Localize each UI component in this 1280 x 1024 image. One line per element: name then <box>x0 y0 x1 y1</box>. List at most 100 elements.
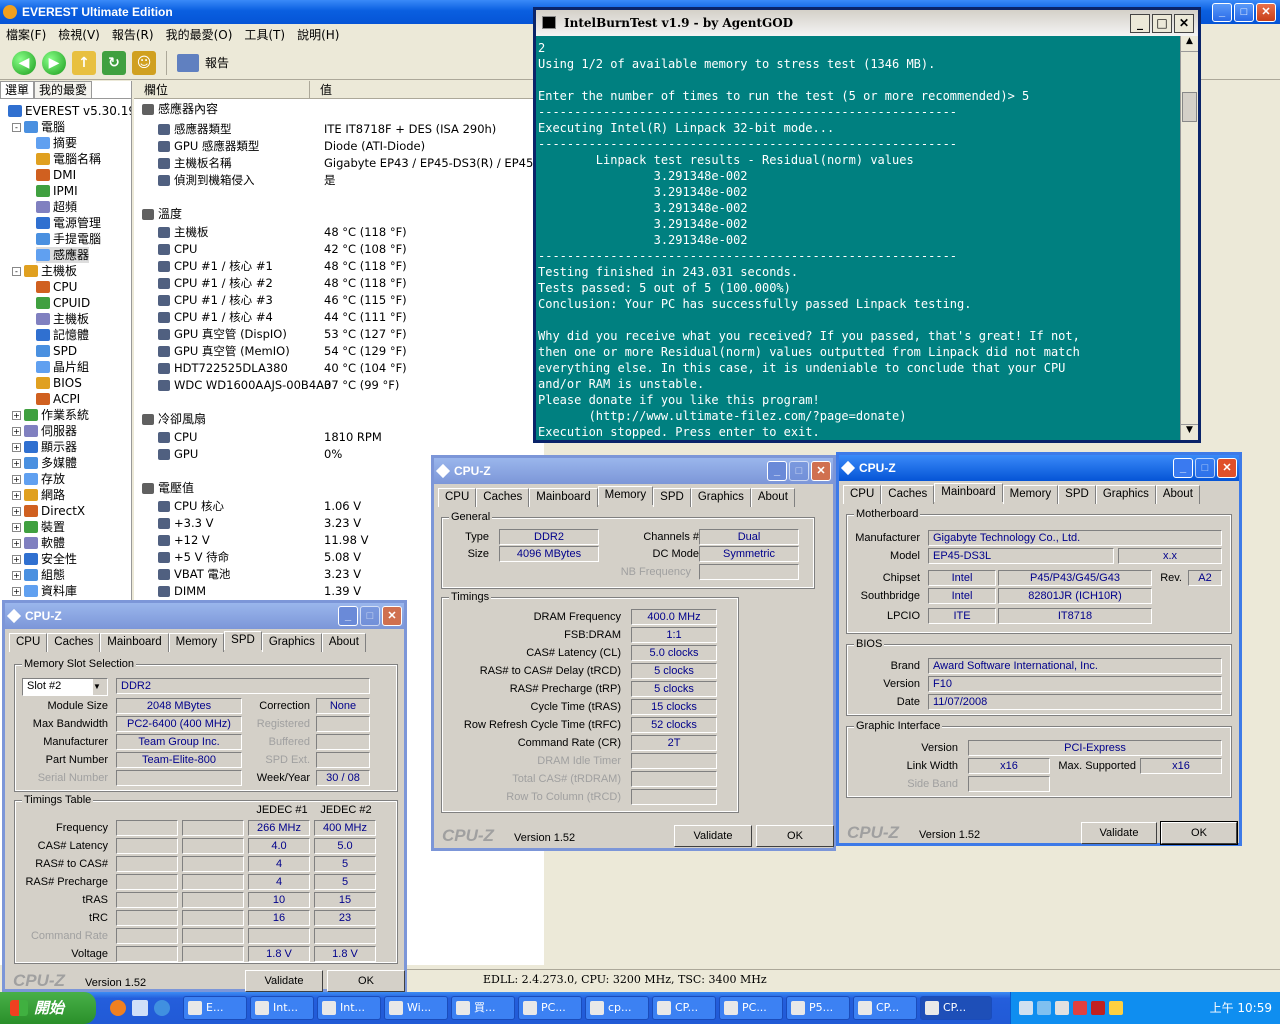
grid-section-row[interactable]: 電壓值 <box>134 480 318 497</box>
tab-about[interactable]: About <box>1155 485 1200 504</box>
column-field[interactable]: 欄位 <box>134 81 310 98</box>
taskbar-task[interactable]: E... <box>183 996 247 1020</box>
close-button[interactable]: ✕ <box>811 461 831 481</box>
slot-select[interactable]: Slot #2 ▼ <box>22 678 108 696</box>
ibt-minimize-button[interactable]: _ <box>1130 14 1150 33</box>
speaker-icon[interactable] <box>1109 1001 1123 1015</box>
tab-caches[interactable]: Caches <box>881 485 935 504</box>
volume-icon[interactable] <box>1055 1001 1069 1015</box>
tab-caches[interactable]: Caches <box>47 633 101 652</box>
maximize-button[interactable]: □ <box>1234 3 1254 22</box>
grid-section-row[interactable]: 冷卻風扇 <box>134 411 318 428</box>
taskbar-task[interactable]: Int... <box>250 996 314 1020</box>
expand-icon[interactable]: + <box>12 586 21 596</box>
maximize-button[interactable]: □ <box>1195 458 1215 478</box>
tree-item[interactable]: + 多媒體 <box>12 455 77 471</box>
tree-item[interactable]: + 伺服器 <box>12 423 77 439</box>
tree-item[interactable]: - 主機板 <box>12 263 77 279</box>
close-button[interactable]: ✕ <box>1217 458 1237 478</box>
expand-icon[interactable]: + <box>12 506 21 516</box>
column-value[interactable]: 值 <box>310 81 544 98</box>
ibt-maximize-button[interactable]: □ <box>1152 14 1172 33</box>
minimize-button[interactable]: _ <box>1212 3 1232 22</box>
ok-button[interactable]: OK <box>756 825 834 847</box>
scroll-up-arrow-icon[interactable]: ▲ <box>1181 36 1198 52</box>
grid-row[interactable]: CPU 核心 1.06 V <box>134 498 361 515</box>
grid-row[interactable]: 主機板 48 °C (118 °F) <box>134 224 407 241</box>
menu-file[interactable]: 檔案(F) <box>6 24 46 46</box>
ie-icon[interactable] <box>154 1000 170 1016</box>
clock[interactable]: 上午 10:59 <box>1210 1001 1272 1015</box>
tree-item[interactable]: EVEREST v5.30.1900 <box>8 103 131 119</box>
grid-row[interactable]: +5 V 待命 5.08 V <box>134 549 361 566</box>
taskbar-task[interactable]: Int... <box>317 996 381 1020</box>
validate-button[interactable]: Validate <box>674 825 752 847</box>
scroll-down-arrow-icon[interactable]: ▼ <box>1181 424 1198 440</box>
menu-favorites[interactable]: 我的最愛(O) <box>166 24 233 46</box>
ok-button[interactable]: OK <box>1160 821 1238 845</box>
tree-item[interactable]: BIOS <box>36 375 82 391</box>
grid-row[interactable]: 偵測到機箱侵入 是 <box>134 172 336 189</box>
ati-icon[interactable] <box>1091 1001 1105 1015</box>
expand-icon[interactable]: + <box>12 570 21 580</box>
grid-row[interactable]: 感應器類型 ITE IT8718F + DES (ISA 290h) <box>134 121 496 138</box>
taskbar-task[interactable]: Wi... <box>384 996 448 1020</box>
tree-item[interactable]: 摘要 <box>36 135 77 151</box>
tree-item[interactable]: ACPI <box>36 391 80 407</box>
grid-row[interactable]: DIMM 1.39 V <box>134 583 361 600</box>
start-button[interactable]: 開始 <box>0 992 96 1024</box>
expand-icon[interactable]: + <box>12 490 21 500</box>
grid-row[interactable]: +12 V 11.98 V <box>134 532 368 549</box>
tree-item[interactable]: DMI <box>36 167 76 183</box>
menu-tools[interactable]: 工具(T) <box>244 24 285 46</box>
console-scrollbar[interactable]: ▲ ▼ <box>1180 36 1198 440</box>
grid-row[interactable]: CPU #1 / 核心 #2 48 °C (118 °F) <box>134 275 407 292</box>
tree-item[interactable]: 超頻 <box>36 199 77 215</box>
tab-about[interactable]: About <box>750 488 795 507</box>
grid-row[interactable]: +3.3 V 3.23 V <box>134 515 361 532</box>
forward-arrow-icon[interactable]: ▶ <box>42 50 66 75</box>
taskbar-task[interactable]: PC... <box>719 996 783 1020</box>
console-output[interactable]: 2 Using 1/2 of available memory to stress… <box>536 36 1180 440</box>
grid-row[interactable]: CPU 42 °C (108 °F) <box>134 241 407 258</box>
taskbar-task[interactable]: PC... <box>518 996 582 1020</box>
tree-item[interactable]: 記憶體 <box>36 327 89 343</box>
tree-item[interactable]: + 軟體 <box>12 535 65 551</box>
tab-graphics[interactable]: Graphics <box>1095 485 1156 504</box>
collapse-icon[interactable]: - <box>12 266 21 276</box>
grid-row[interactable]: GPU 0% <box>134 446 342 463</box>
chevron-down-icon[interactable]: ▼ <box>93 679 107 695</box>
menu-view[interactable]: 檢視(V) <box>58 24 100 46</box>
tab-memory[interactable]: Memory <box>1002 485 1059 504</box>
menu-report[interactable]: 報告(R) <box>112 24 154 46</box>
tree-item[interactable]: 電腦名稱 <box>36 151 101 167</box>
tab-memory[interactable]: Memory <box>168 633 225 652</box>
tab-spd[interactable]: SPD <box>653 488 691 507</box>
grid-row[interactable]: VBAT 電池 3.23 V <box>134 566 361 583</box>
report-button-label[interactable]: 報告 <box>205 54 229 71</box>
network-icon[interactable] <box>1037 1001 1051 1015</box>
outlook-icon[interactable] <box>132 1000 148 1016</box>
maximize-button[interactable]: □ <box>360 606 380 626</box>
tree-item-selected[interactable]: 感應器 <box>36 247 90 263</box>
tab-menu[interactable]: 選單 <box>0 81 35 98</box>
report-icon[interactable] <box>177 53 199 72</box>
tab-about[interactable]: About <box>321 633 366 652</box>
tab-cpu[interactable]: CPU <box>843 485 882 504</box>
tree-item[interactable]: + DirectX <box>12 503 85 519</box>
grid-row[interactable]: WDC WD1600AAJS-00B4A0 37 °C (99 °F) <box>134 377 399 394</box>
tree-item[interactable]: + 顯示器 <box>12 439 77 455</box>
tree-item[interactable]: 電源管理 <box>36 215 101 231</box>
tree-item[interactable]: + 網路 <box>12 487 65 503</box>
scroll-thumb[interactable] <box>1182 92 1197 122</box>
validate-button[interactable]: Validate <box>245 970 323 992</box>
expand-icon[interactable]: + <box>12 554 21 564</box>
grid-row[interactable]: 主機板名稱 Gigabyte EP43 / EP45-DS3(R) / EP45-… <box>134 155 544 172</box>
taskbar-task[interactable]: CP... <box>853 996 917 1020</box>
tree-item[interactable]: IPMI <box>36 183 78 199</box>
tree-item[interactable]: SPD <box>36 343 77 359</box>
ibt-close-button[interactable]: ✕ <box>1174 14 1194 33</box>
collapse-icon[interactable]: - <box>12 122 21 132</box>
users-icon[interactable]: ☺ <box>132 50 156 75</box>
expand-icon[interactable]: + <box>12 442 21 452</box>
